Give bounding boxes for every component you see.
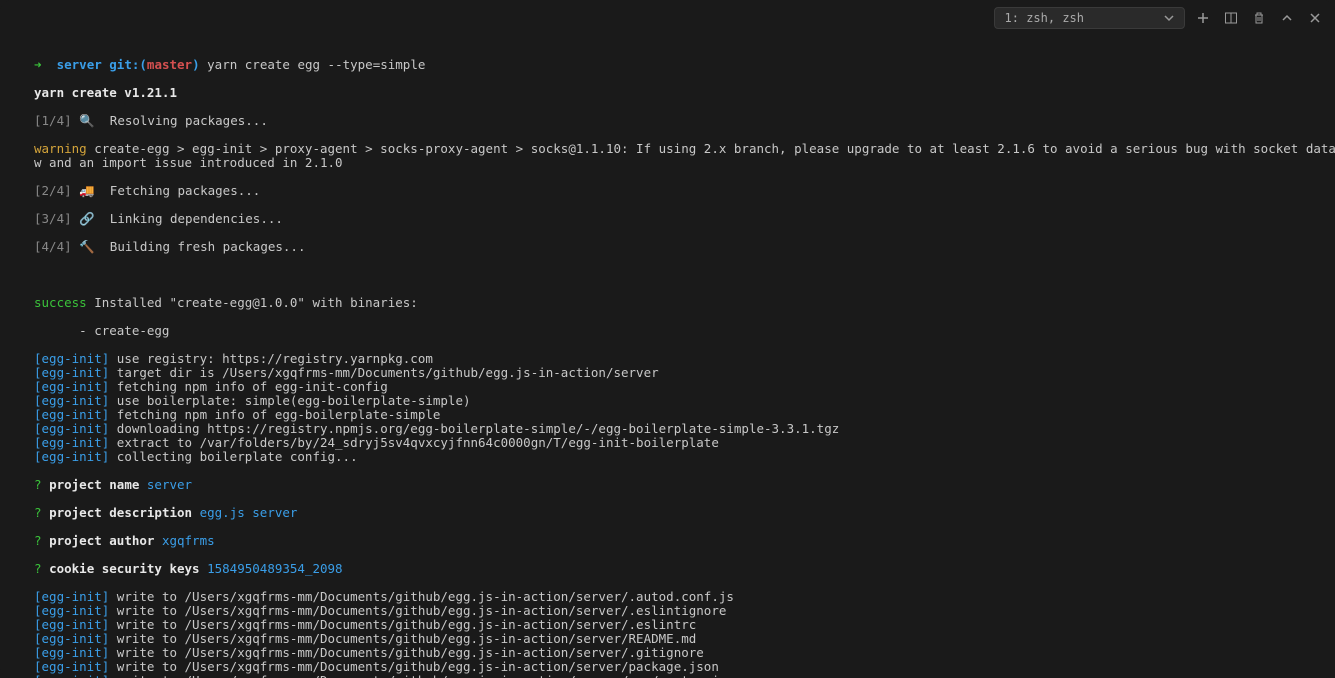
step-prefix: [4/4] (34, 239, 72, 254)
egg-init-line: [egg-init] write to /Users/xgqfrms-mm/Do… (34, 660, 1301, 674)
egg-init-tag: [egg-init] (34, 407, 109, 422)
egg-init-tag: [egg-init] (34, 351, 109, 366)
egg-init-line: [egg-init] write to /Users/xgqfrms-mm/Do… (34, 604, 1301, 618)
egg-init-tag: [egg-init] (34, 631, 109, 646)
egg-init-tag: [egg-init] (34, 673, 109, 678)
question-mark: ? (34, 477, 42, 492)
step-prefix: [3/4] (34, 211, 72, 226)
egg-init-message: write to /Users/xgqfrms-mm/Documents/git… (109, 645, 704, 660)
command-text: yarn create egg --type=simple (207, 57, 425, 72)
egg-init-tag: [egg-init] (34, 617, 109, 632)
link-emoji: 🔗 (79, 211, 95, 226)
warning-label: warning (34, 141, 87, 156)
prompt-branch: master (147, 57, 192, 72)
step-prefix: [1/4] (34, 113, 72, 128)
egg-init-message: write to /Users/xgqfrms-mm/Documents/git… (109, 631, 696, 646)
egg-init-message: write to /Users/xgqfrms-mm/Documents/git… (109, 603, 726, 618)
egg-init-message: fetching npm info of egg-boilerplate-sim… (109, 407, 440, 422)
egg-init-line: [egg-init] write to /Users/xgqfrms-mm/Do… (34, 632, 1301, 646)
egg-init-message: collecting boilerplate config... (109, 449, 357, 464)
egg-init-message: write to /Users/xgqfrms-mm/Documents/git… (109, 617, 696, 632)
question-answer: egg.js server (200, 505, 298, 520)
egg-init-message: use registry: https://registry.yarnpkg.c… (109, 351, 433, 366)
question-answer: xgqfrms (162, 533, 215, 548)
question-answer: 1584950489354_2098 (207, 561, 342, 576)
step-text: Resolving packages... (95, 113, 268, 128)
warning-text: create-egg > egg-init > proxy-agent > so… (34, 141, 1335, 170)
egg-init-line: [egg-init] target dir is /Users/xgqfrms-… (34, 366, 1301, 380)
egg-init-line: [egg-init] extract to /var/folders/by/24… (34, 436, 1301, 450)
question-answer: server (147, 477, 192, 492)
search-emoji: 🔍 (79, 113, 95, 128)
egg-init-line: [egg-init] write to /Users/xgqfrms-mm/Do… (34, 618, 1301, 632)
new-tab-icon[interactable] (1193, 8, 1213, 28)
egg-init-message: write to /Users/xgqfrms-mm/Documents/git… (109, 589, 734, 604)
chevron-down-icon (1164, 13, 1174, 23)
binary-line: - create-egg (34, 324, 1301, 338)
step-text: Building fresh packages... (95, 239, 306, 254)
egg-init-tag: [egg-init] (34, 379, 109, 394)
egg-init-line: [egg-init] write to /Users/xgqfrms-mm/Do… (34, 590, 1301, 604)
egg-init-message: use boilerplate: simple(egg-boilerplate-… (109, 393, 470, 408)
egg-init-line: [egg-init] write to /Users/xgqfrms-mm/Do… (34, 674, 1301, 678)
question-label: project author (49, 533, 154, 548)
terminal-window: 1: zsh, zsh ➜ server git:(master) yarn c… (0, 0, 1335, 678)
egg-init-line: [egg-init] use boilerplate: simple(egg-b… (34, 394, 1301, 408)
prompt-git: git:( (109, 57, 147, 72)
egg-init-tag: [egg-init] (34, 421, 109, 436)
egg-init-tag: [egg-init] (34, 393, 109, 408)
prompt-git-close: ) (192, 57, 200, 72)
egg-init-line: [egg-init] fetching npm info of egg-boil… (34, 408, 1301, 422)
success-text: Installed "create-egg@1.0.0" with binari… (87, 295, 418, 310)
egg-init-message: write to /Users/xgqfrms-mm/Documents/git… (109, 673, 726, 678)
step-text: Linking dependencies... (95, 211, 283, 226)
egg-init-line: [egg-init] downloading https://registry.… (34, 422, 1301, 436)
tab-selector[interactable]: 1: zsh, zsh (994, 7, 1185, 29)
step-prefix: [2/4] (34, 183, 72, 198)
egg-init-tag: [egg-init] (34, 435, 109, 450)
egg-init-tag: [egg-init] (34, 365, 109, 380)
hammer-emoji: 🔨 (79, 239, 95, 254)
prompt-arrow: ➜ (34, 57, 42, 72)
question-label: cookie security keys (49, 561, 200, 576)
egg-init-tag: [egg-init] (34, 603, 109, 618)
success-label: success (34, 295, 87, 310)
egg-init-message: downloading https://registry.npmjs.org/e… (109, 421, 839, 436)
egg-init-tag: [egg-init] (34, 589, 109, 604)
split-vertical-icon[interactable] (1221, 8, 1241, 28)
egg-init-tag: [egg-init] (34, 645, 109, 660)
step-text: Fetching packages... (95, 183, 261, 198)
question-label: project description (49, 505, 192, 520)
tab-label: 1: zsh, zsh (1005, 11, 1084, 25)
egg-init-message: write to /Users/xgqfrms-mm/Documents/git… (109, 659, 719, 674)
truck-emoji: 🚚 (79, 183, 95, 198)
question-mark: ? (34, 505, 42, 520)
prompt-dir: server (57, 57, 102, 72)
egg-init-message: extract to /var/folders/by/24_sdryj5sv4q… (109, 435, 719, 450)
chevron-up-icon[interactable] (1277, 8, 1297, 28)
egg-init-line: [egg-init] use registry: https://registr… (34, 352, 1301, 366)
question-label: project name (49, 477, 139, 492)
titlebar: 1: zsh, zsh (0, 0, 1335, 36)
egg-init-line: [egg-init] fetching npm info of egg-init… (34, 380, 1301, 394)
egg-init-line: [egg-init] collecting boilerplate config… (34, 450, 1301, 464)
egg-init-tag: [egg-init] (34, 659, 109, 674)
egg-init-tag: [egg-init] (34, 449, 109, 464)
question-mark: ? (34, 533, 42, 548)
egg-init-line: [egg-init] write to /Users/xgqfrms-mm/Do… (34, 646, 1301, 660)
question-mark: ? (34, 561, 42, 576)
yarn-version: yarn create v1.21.1 (34, 86, 1301, 100)
terminal-output[interactable]: ➜ server git:(master) yarn create egg --… (0, 36, 1335, 678)
egg-init-message: fetching npm info of egg-init-config (109, 379, 387, 394)
egg-init-message: target dir is /Users/xgqfrms-mm/Document… (109, 365, 658, 380)
trash-icon[interactable] (1249, 8, 1269, 28)
close-icon[interactable] (1305, 8, 1325, 28)
